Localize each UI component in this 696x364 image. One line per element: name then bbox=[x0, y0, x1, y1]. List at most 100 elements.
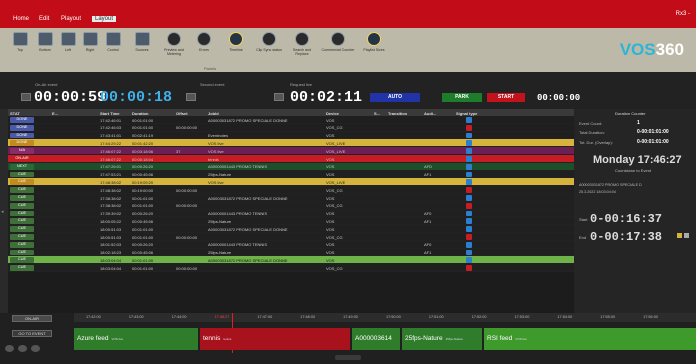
menu-layout[interactable]: Layout bbox=[92, 16, 117, 22]
status-badge: CUE bbox=[10, 218, 34, 225]
table-row[interactable]: ON-AIR 17:46:07:22 00:00:18:04 tennis VOS bbox=[8, 155, 574, 163]
column-header[interactable]: Offset bbox=[176, 111, 188, 116]
preview-eye-icon[interactable] bbox=[167, 32, 181, 46]
table-row[interactable]: CUE 18:03:04:04 00:01:01:00 00:00:00:00 VOS_… bbox=[8, 264, 574, 272]
table-row[interactable]: DONE 17:43:41:01 00:02:41:19 Eventnotes VOS bbox=[8, 131, 574, 140]
ribbon-button-label[interactable]: Playlist Sizes bbox=[362, 48, 386, 52]
column-header[interactable]: Jobld bbox=[208, 111, 219, 116]
control-icon[interactable] bbox=[106, 32, 121, 46]
table-row[interactable]: DONE 17:42:46:01 00:01:01:00 A00003031872 P… bbox=[8, 116, 574, 124]
timeline-block[interactable]: tennis tennis bbox=[200, 328, 350, 350]
ribbon-button-label[interactable]: Sources bbox=[129, 48, 155, 52]
park-button[interactable]: PARK bbox=[442, 93, 482, 102]
go-to-event-button[interactable]: GO TO EVENT bbox=[12, 330, 52, 337]
auto-button[interactable]: AUTO bbox=[370, 93, 420, 102]
status-badge: CUE bbox=[10, 210, 34, 217]
table-row[interactable]: CUE 17:48:38:02 00:19:00:00 00:00:00:00 VOS_… bbox=[8, 186, 574, 194]
column-header[interactable]: E... bbox=[52, 111, 58, 116]
video-signal-icon bbox=[466, 140, 472, 147]
counter-toggle-icon[interactable] bbox=[21, 93, 31, 101]
timeline-block[interactable]: RSI feed VOS live bbox=[484, 328, 696, 350]
table-row[interactable]: CUE 17:38:38:02 00:01:01:00 A00003031872 PR… bbox=[8, 194, 574, 202]
column-header[interactable]: Device bbox=[326, 111, 339, 116]
column-header[interactable]: Duration bbox=[132, 111, 148, 116]
ribbon-button-label[interactable]: Search and Replace bbox=[287, 48, 317, 56]
column-header[interactable]: Transition bbox=[388, 111, 407, 116]
status-badge: ON-AIR bbox=[10, 156, 34, 162]
cell-device: VOS_CG bbox=[326, 125, 343, 131]
window-controls[interactable]: Rx3 - bbox=[676, 11, 690, 17]
cell-audio: AF1 bbox=[424, 218, 432, 224]
lock-icon[interactable] bbox=[684, 233, 689, 238]
column-header[interactable]: S... bbox=[374, 111, 380, 116]
start-button[interactable]: START bbox=[487, 93, 525, 102]
timeline-block[interactable]: Azure feed VOS live bbox=[74, 328, 198, 350]
layout-top-icon[interactable] bbox=[13, 32, 28, 46]
table-row[interactable]: DONE 17:42:46:03 00:01:01:00 00:00:00:00 VOS… bbox=[8, 123, 574, 132]
commercial-icon[interactable] bbox=[331, 32, 345, 46]
layout-bottom-icon[interactable] bbox=[38, 32, 53, 46]
next-event-icon[interactable] bbox=[274, 93, 284, 101]
second-event-icon[interactable] bbox=[186, 93, 196, 101]
table-row[interactable]: N/A 17:46:07:22 00:03:18:06 37 VOS live VOS_L… bbox=[8, 147, 574, 155]
table-row[interactable]: CUE 18:02:18:23 00:00:45:06 25fps-Nature VOS… bbox=[8, 248, 574, 257]
ribbon-button-label[interactable]: Preview and Metering bbox=[157, 48, 191, 56]
start-counter: 00:00:00 bbox=[537, 93, 581, 103]
ribbon-button-label[interactable]: Bottom bbox=[34, 48, 56, 52]
ribbon-button-label[interactable]: Timeline bbox=[225, 48, 247, 52]
table-row[interactable]: CUE 17:47:53:21 00:00:45:06 25fps-Nature VOS… bbox=[8, 170, 574, 179]
cell-job: A00000001443 PROMO TENNIS bbox=[208, 164, 268, 170]
timeline-block[interactable]: 25fps-Nature 25fps-Nature bbox=[402, 328, 482, 350]
table-row[interactable]: CUE 18:03:04:04 00:01:01:00 A00003031872 PR… bbox=[8, 256, 574, 265]
zoom-fit-icon[interactable] bbox=[31, 345, 40, 352]
ribbon-button-label[interactable]: Top bbox=[10, 48, 30, 52]
ribbon-button-label[interactable]: Left bbox=[59, 48, 77, 52]
timeline-block-sub: tennis bbox=[223, 337, 232, 341]
zoom-out-icon[interactable] bbox=[18, 345, 27, 352]
cell-offset: 00:00:00:00 bbox=[176, 187, 198, 193]
on-air-button[interactable]: ON-AIR bbox=[12, 315, 52, 322]
ribbon-button-label[interactable]: Errors bbox=[195, 48, 213, 52]
start-countdown: 0-00:16:37 bbox=[590, 212, 663, 226]
column-header[interactable]: STAT bbox=[10, 111, 20, 116]
column-header[interactable]: Signal type bbox=[456, 111, 477, 116]
table-row[interactable]: CUE 18:00:51:03 00:01:01:00 A00003031872 PR… bbox=[8, 225, 574, 233]
table-row[interactable]: CUE 18:00:05:22 00:00:45:06 25fps-Nature VOS… bbox=[8, 217, 574, 226]
chevron-left-icon[interactable]: ◂ bbox=[1, 209, 4, 215]
ribbon-button-label[interactable]: Control bbox=[102, 48, 124, 52]
timeline-scroll-icon[interactable] bbox=[335, 355, 361, 360]
ribbon-button-label[interactable]: Clip Sync status bbox=[256, 48, 282, 52]
playlist-icon[interactable] bbox=[367, 32, 381, 46]
table-row[interactable]: NEXT 17:47:26:01 00:00:26:20 A00000001443 P… bbox=[8, 162, 574, 171]
table-row[interactable]: CUE 17:38:38:02 00:01:01:00 00:00:00:00 VOS_… bbox=[8, 201, 574, 210]
table-row[interactable]: CUE 18:00:51:03 00:01:01:00 00:00:00:00 VOS_… bbox=[8, 233, 574, 241]
table-row[interactable]: CUE 18:01:52:03 00:00:26:20 A00000001443 PR… bbox=[8, 240, 574, 249]
timeline-ruler[interactable]: 17:42:00 17:43:00 17:44:00 17:46:27 17:47:00… bbox=[74, 313, 696, 322]
alarm-icon[interactable] bbox=[677, 233, 682, 238]
sources-icon[interactable] bbox=[135, 32, 150, 46]
timeline-play-icon[interactable] bbox=[229, 32, 243, 46]
layout-right-icon[interactable] bbox=[83, 32, 98, 46]
table-row[interactable]: CUE 17:39:39:02 00:00:26:20 A00000001443 PR… bbox=[8, 209, 574, 218]
zoom-in-icon[interactable] bbox=[5, 345, 14, 352]
errors-icon[interactable] bbox=[197, 32, 211, 46]
search-icon[interactable] bbox=[295, 32, 309, 46]
table-row[interactable]: CUE 17:48:38:02 00:19:09:20 VOS live VOS_LIV… bbox=[8, 178, 574, 187]
ribbon-button-label[interactable]: Commercial Counter bbox=[321, 48, 355, 52]
menu-playout[interactable]: Playout bbox=[61, 16, 81, 22]
menu-edit[interactable]: Edit bbox=[39, 16, 49, 22]
cell-job: VOS live bbox=[208, 140, 224, 146]
menu-home[interactable]: Home bbox=[13, 16, 29, 22]
clip-sync-icon[interactable] bbox=[262, 32, 276, 46]
ribbon-button-label[interactable]: Right bbox=[80, 48, 100, 52]
cell-device: VOS bbox=[326, 172, 335, 178]
cell-offset: 00:00:00:00 bbox=[176, 234, 198, 240]
column-header[interactable]: Audi... bbox=[424, 111, 436, 116]
column-header[interactable]: Start Time bbox=[100, 111, 120, 116]
status-badge: CUE bbox=[10, 234, 34, 240]
layout-left-icon[interactable] bbox=[61, 32, 76, 46]
left-collapse-strip[interactable]: ◂ bbox=[0, 109, 8, 313]
total-duration-value: 0-00:01:01:00 bbox=[637, 129, 669, 135]
timeline-block[interactable]: A000003614 bbox=[352, 328, 400, 350]
table-row[interactable]: DONE 17:44:29:22 00:01:42:20 VOS live VOS_LI… bbox=[8, 139, 574, 148]
